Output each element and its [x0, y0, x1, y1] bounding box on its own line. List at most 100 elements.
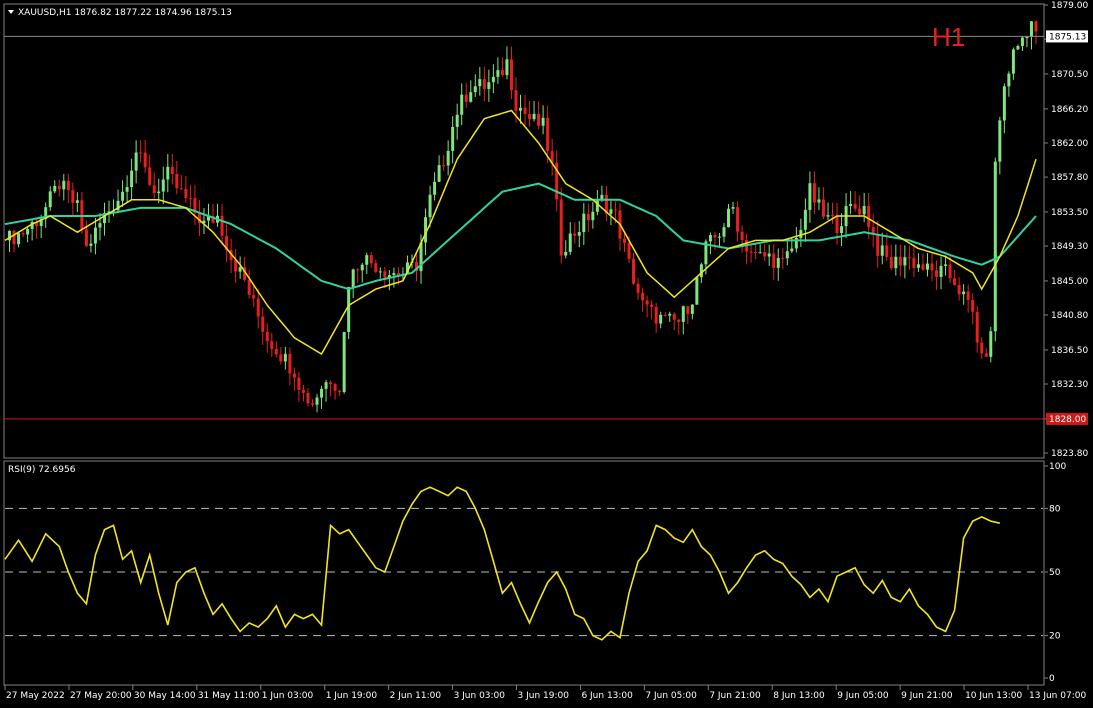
candle-body [383, 271, 387, 278]
candle-body [894, 256, 898, 269]
candle-body [1016, 45, 1020, 50]
candle-body [48, 191, 52, 208]
candle-body [93, 227, 97, 244]
rsi-panel-frame [3, 460, 1045, 686]
time-tick-label: 13 Jun 07:00 [1029, 691, 1086, 701]
candle-body [681, 306, 685, 322]
candle-body [161, 179, 165, 192]
candle-body [812, 183, 816, 203]
price-tick-label: 1849.30 [1051, 242, 1088, 252]
candle-body [907, 257, 911, 259]
candle-body [935, 270, 939, 277]
candle-body [446, 150, 450, 166]
candle-body [541, 117, 545, 126]
candle-body [758, 252, 762, 254]
price-chart[interactable]: 1879.001874.801870.501866.201862.001857.… [0, 0, 1093, 708]
candle-body [803, 209, 807, 230]
candle-body [966, 291, 970, 300]
candle-body [903, 257, 907, 266]
price-tick-label: 1836.50 [1051, 346, 1088, 356]
candle-body [473, 86, 477, 93]
candle-body [66, 180, 70, 191]
candle-body [808, 183, 812, 210]
price-tick-label: 1853.50 [1051, 208, 1088, 218]
candle-body [134, 152, 138, 171]
candle-body [858, 208, 862, 215]
candle-body [320, 388, 324, 398]
candle-body [360, 264, 364, 271]
candle-body [53, 185, 57, 192]
candle-body [288, 353, 292, 374]
candle-body [234, 260, 238, 272]
rsi-tick-label: 100 [1049, 462, 1066, 472]
candle-body [442, 165, 446, 167]
triangle-down-icon[interactable] [8, 10, 14, 14]
candle-body [71, 190, 75, 203]
price-tick-label: 1840.80 [1051, 311, 1088, 321]
candle-body [301, 389, 305, 393]
candle-body [220, 215, 224, 236]
candle-body [265, 331, 269, 342]
candle-body [577, 232, 581, 236]
candle-body [143, 152, 147, 168]
candle-body [80, 200, 84, 230]
candle-body [713, 235, 717, 238]
candle-body [546, 117, 550, 152]
candle-body [898, 256, 902, 266]
candle-body [781, 258, 785, 260]
candle-body [663, 314, 667, 316]
candle-body [283, 353, 287, 362]
candle-body [369, 255, 373, 264]
moving-average-fast [4, 109, 1037, 356]
candle-body [953, 278, 957, 286]
candle-body [437, 165, 441, 182]
candle-body [292, 373, 296, 378]
candle-body [125, 187, 129, 192]
candle-body [835, 215, 839, 234]
candle-body [623, 238, 627, 243]
candle-body [962, 291, 966, 295]
candle-body [121, 191, 125, 201]
candle-body [876, 233, 880, 256]
candle-body [916, 264, 920, 268]
candle-body [1007, 73, 1011, 87]
candle-body [528, 113, 532, 120]
candle-body [392, 273, 396, 276]
candle-body [451, 126, 455, 151]
candle-body [179, 188, 183, 190]
candle-body [487, 82, 491, 89]
time-tick-label: 3 Jun 19:00 [518, 691, 570, 701]
candle-body [568, 233, 572, 252]
candle-body [885, 245, 889, 258]
candle-body [727, 208, 731, 228]
candle-body [591, 211, 595, 221]
candle-body [636, 283, 640, 293]
candle-body [157, 191, 161, 194]
candlesticks [8, 20, 1038, 413]
time-tick-label: 10 Jun 13:00 [965, 691, 1022, 701]
candle-body [21, 233, 25, 235]
candle-body [184, 188, 188, 199]
candle-body [469, 92, 473, 102]
candle-body [365, 255, 369, 265]
candle-body [1034, 21, 1038, 32]
time-tick-label: 7 Jun 21:00 [709, 691, 761, 701]
candle-body [925, 263, 929, 270]
candle-body [731, 207, 735, 209]
candle-body [672, 313, 676, 320]
candle-body [428, 194, 432, 218]
candle-body [989, 331, 993, 357]
candle-body [740, 231, 744, 241]
candle-body [831, 215, 835, 217]
candle-body [1025, 36, 1029, 38]
candle-body [613, 209, 617, 211]
candle-body [98, 223, 102, 228]
candle-body [537, 113, 541, 126]
time-tick-label: 31 May 11:00 [198, 691, 260, 701]
candle-body [170, 166, 174, 175]
candle-body [840, 226, 844, 234]
candle-body [57, 185, 61, 190]
candle-body [84, 229, 88, 246]
price-tick-label: 1845.00 [1051, 277, 1088, 287]
candle-body [338, 390, 342, 392]
